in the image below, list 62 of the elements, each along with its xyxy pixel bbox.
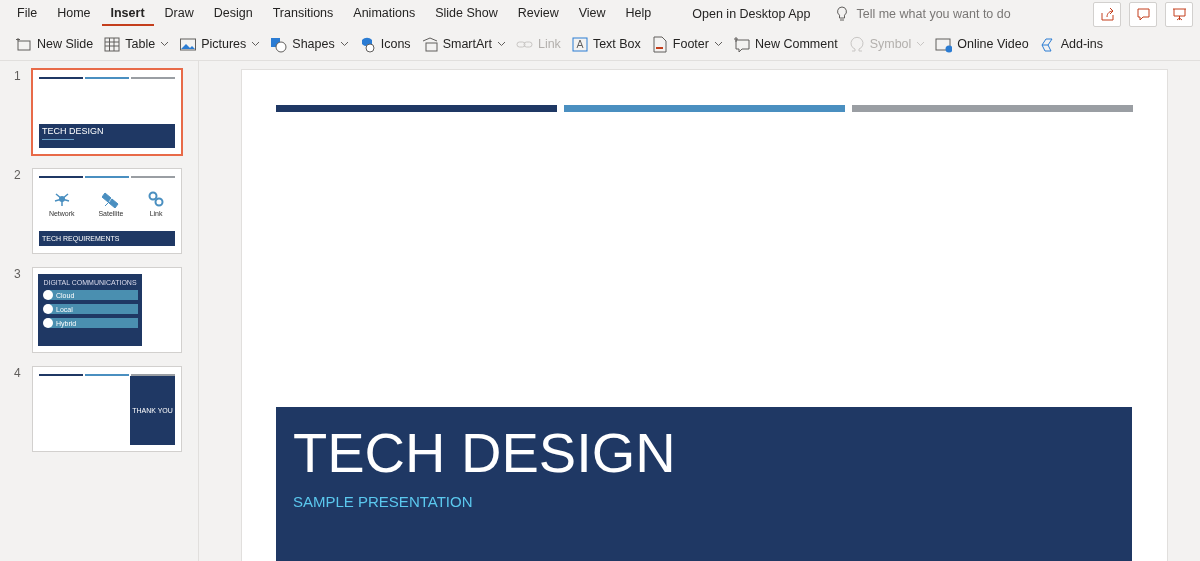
chain-link-icon	[147, 190, 166, 208]
lightbulb-icon	[836, 6, 849, 22]
menu-tab[interactable]: Review	[508, 2, 568, 26]
slide-number: 4	[13, 366, 22, 380]
share-button[interactable]	[1093, 1, 1121, 27]
menu-tab[interactable]: Draw	[155, 2, 203, 26]
new-comment-button[interactable]: New Comment	[727, 30, 843, 58]
network-icon	[52, 190, 71, 208]
slide-title: TECH DESIGN	[293, 421, 677, 485]
symbol-icon	[847, 35, 865, 53]
search-field[interactable]: Tell me what you want to do	[854, 6, 1029, 22]
present-button[interactable]	[1165, 1, 1193, 27]
new-slide-button[interactable]: New Slide	[10, 30, 99, 58]
bullet-circle	[43, 318, 53, 328]
menu-tab[interactable]: Help	[616, 2, 661, 26]
satellite-icon	[101, 190, 120, 208]
bullet-circle	[43, 304, 53, 314]
slide-number: 2	[13, 168, 22, 182]
smartart-icon	[420, 35, 438, 53]
slide-number: 3	[13, 267, 22, 281]
caret-icon	[339, 41, 349, 47]
smartart-button[interactable]: SmartArt	[415, 30, 511, 58]
comment-icon	[1134, 5, 1152, 23]
picture-button[interactable]: Pictures	[174, 30, 266, 58]
caret-icon	[251, 41, 261, 47]
slide-subtitle: SAMPLE PRESENTATION	[293, 493, 474, 510]
caret-icon	[160, 41, 170, 47]
shapes-button[interactable]: Shapes	[265, 30, 354, 58]
menu-tab[interactable]: Design	[204, 2, 262, 26]
table-button[interactable]: Table	[98, 30, 175, 58]
menu-tab[interactable]: Home	[48, 2, 100, 26]
menu-tab[interactable]: View	[569, 2, 615, 26]
menu-tab[interactable]: Animations	[344, 2, 425, 26]
new-slide-icon	[15, 35, 32, 53]
comment-button[interactable]	[1129, 1, 1157, 27]
caret-icon	[496, 41, 506, 47]
share-icon	[1098, 5, 1116, 23]
icons-button[interactable]: Icons	[353, 30, 416, 58]
menu-tab[interactable]: Slide Show	[426, 2, 507, 26]
footer-icon	[650, 35, 668, 53]
add-ins-icon	[1038, 35, 1056, 53]
slide-number: 1	[13, 69, 22, 83]
add-ins-button[interactable]: Add-ins	[1033, 30, 1109, 58]
menu-tab[interactable]: Insert	[101, 2, 154, 26]
present-icon	[1170, 5, 1188, 23]
slide-thumbnail[interactable]: TECH DESIGN	[31, 68, 183, 156]
shapes-icon	[270, 35, 288, 53]
footer-button[interactable]: Footer	[645, 30, 728, 58]
thumbnail-title: TECH DESIGN	[41, 125, 105, 136]
table-icon	[103, 35, 121, 53]
picture-icon	[179, 35, 197, 53]
online-video-button[interactable]: Online Video	[930, 30, 1034, 58]
online-video-icon	[935, 35, 953, 53]
bullet-circle	[43, 290, 53, 300]
text-box-button[interactable]: Text Box	[565, 30, 646, 58]
new-comment-icon	[732, 35, 750, 53]
caret-icon	[916, 41, 926, 47]
menu-tab[interactable]: Transitions	[263, 2, 343, 26]
menu-tab[interactable]: File	[8, 2, 47, 26]
text-box-icon	[570, 35, 588, 53]
open-desktop-link[interactable]: Open in Desktop App	[686, 6, 817, 22]
caret-icon	[713, 41, 723, 47]
